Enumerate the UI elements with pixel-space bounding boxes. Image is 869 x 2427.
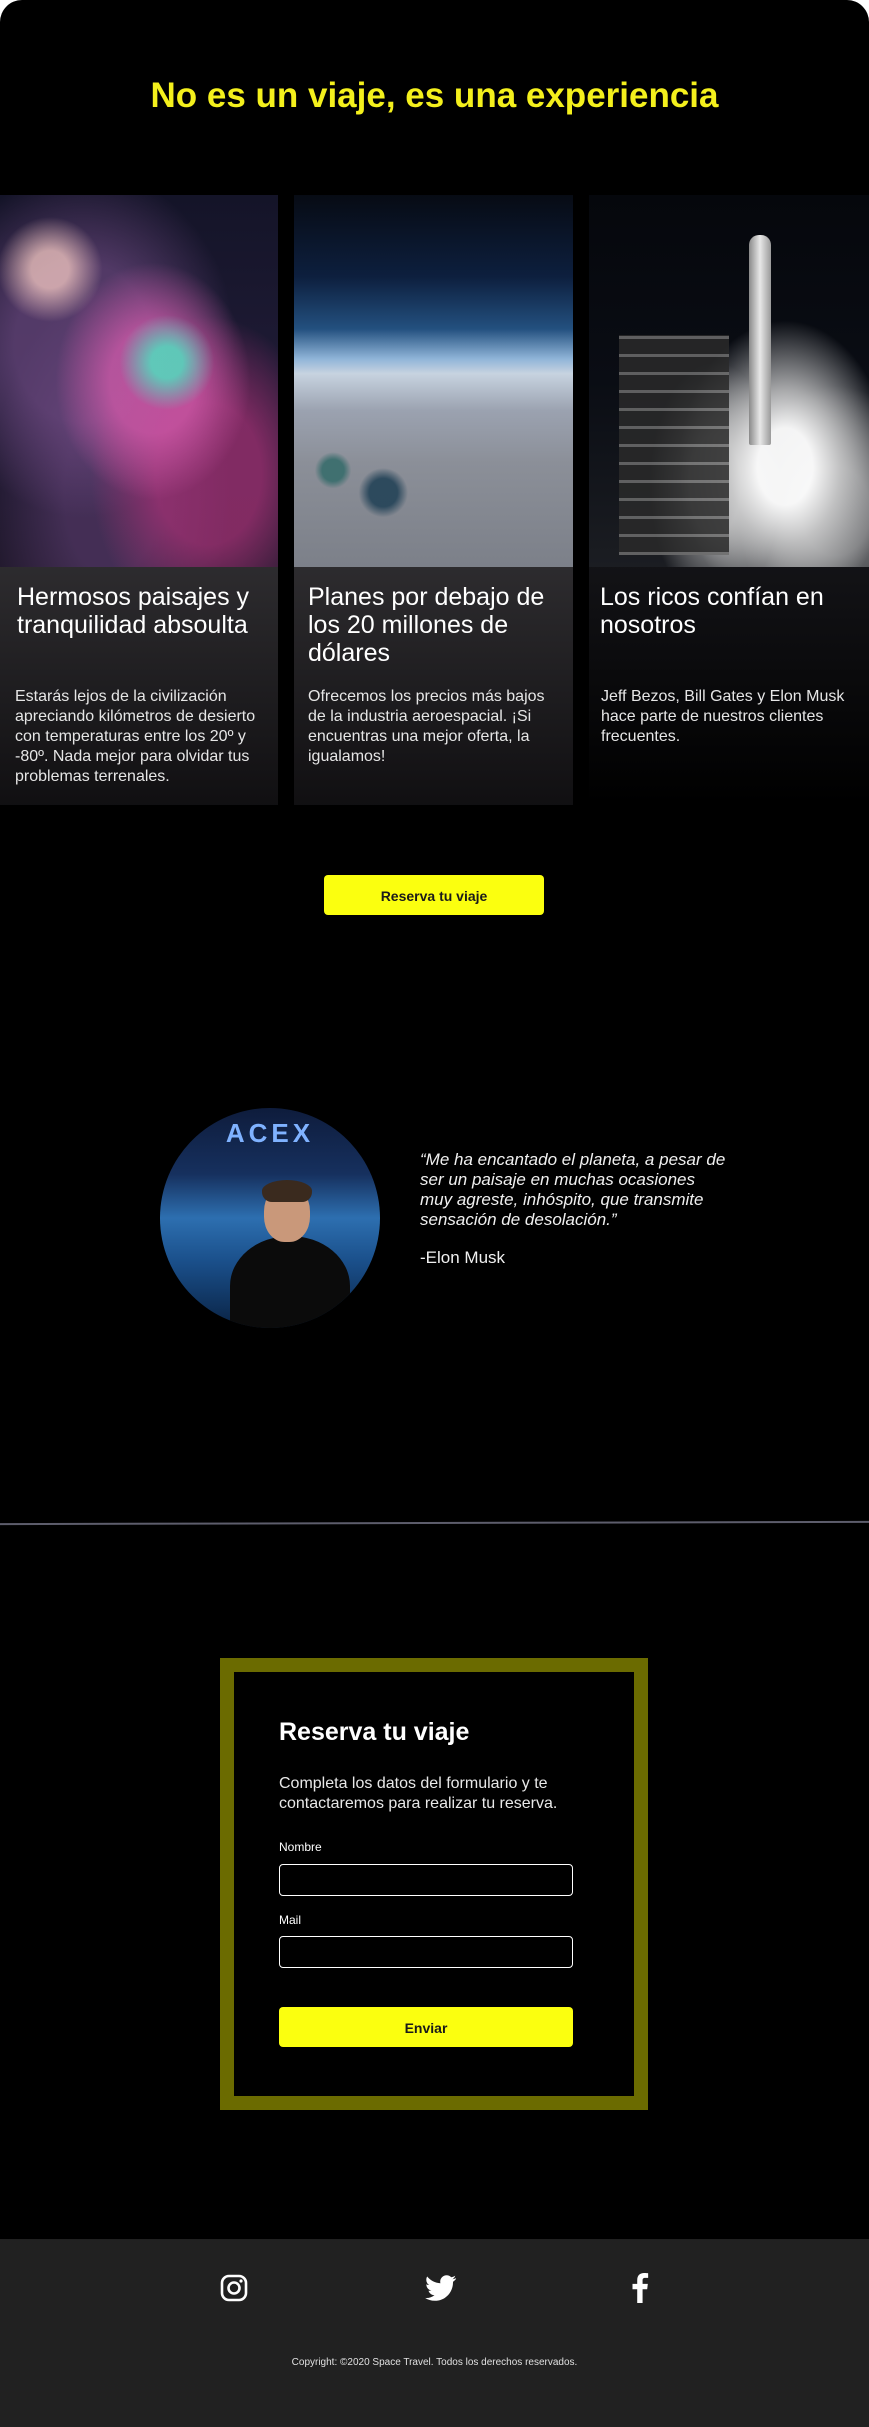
avatar-brand-text: ACEX <box>225 1118 315 1148</box>
person-hair <box>262 1180 312 1202</box>
testimonial-author: -Elon Musk <box>420 1248 506 1267</box>
earth-horizon-image <box>294 195 573 567</box>
form-intro: Completa los datos del formulario y te c… <box>279 1775 558 1812</box>
facebook-icon[interactable] <box>622 2270 658 2306</box>
reserve-trip-button[interactable]: Reserva tu viaje <box>324 875 544 915</box>
name-label: Nombre <box>279 1840 322 1854</box>
name-input[interactable] <box>279 1864 573 1896</box>
mail-label: Mail <box>279 1913 302 1927</box>
rocket-launch-image <box>589 195 869 567</box>
twitter-icon[interactable] <box>423 2270 459 2306</box>
instagram-icon[interactable] <box>216 2270 252 2306</box>
card-text: Estarás lejos de la civilización aprecia… <box>15 688 256 785</box>
page-headline: No es un viaje, es una experiencia <box>150 76 719 115</box>
form-title: Reserva tu viaje <box>279 1718 470 1746</box>
person-body <box>230 1236 350 1328</box>
copyright-text: Copyright: ©2020 Space Travel. Todos los… <box>291 2357 578 2368</box>
section-divider <box>0 1520 869 1526</box>
rocket-shape <box>749 235 771 445</box>
card-title: Hermosos paisajes y tranquilidad absoult… <box>17 583 250 639</box>
nebula-image <box>0 195 278 567</box>
footer <box>0 2239 869 2427</box>
card-text: Jeff Bezos, Bill Gates y Elon Musk hace … <box>601 688 845 745</box>
feature-card-clients: Los ricos confían en nosotros Jeff Bezos… <box>589 195 869 805</box>
submit-button[interactable]: Enviar <box>279 2007 573 2047</box>
testimonial-quote: “Me ha encantado el planeta, a pesar de … <box>420 1150 726 1229</box>
feature-card-prices: Planes por debajo de los 20 millones de … <box>294 195 573 805</box>
feature-card-landscapes: Hermosos paisajes y tranquilidad absoult… <box>0 195 278 805</box>
launch-tower <box>619 335 729 555</box>
card-title: Planes por debajo de los 20 millones de … <box>308 583 545 667</box>
card-title: Los ricos confían en nosotros <box>600 583 824 639</box>
card-text: Ofrecemos los precios más bajos de la in… <box>308 688 545 765</box>
mail-input[interactable] <box>279 1936 573 1968</box>
testimonial-avatar: ACEX <box>160 1108 380 1328</box>
landing-page: No es un viaje, es una experiencia Hermo… <box>0 0 869 2427</box>
